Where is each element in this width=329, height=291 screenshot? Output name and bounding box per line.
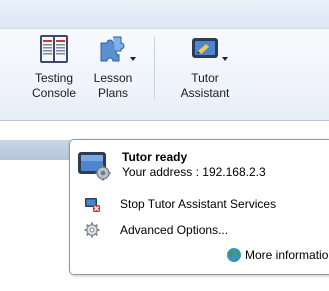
tutor-assistant-icon xyxy=(189,33,228,65)
gear-icon xyxy=(84,222,100,238)
popup-address: Your address : 192.168.2.3 xyxy=(122,165,266,179)
tutor-monitor-gear-icon xyxy=(77,149,113,181)
tutor-status-popup: Tutor ready Your address : 192.168.2.3 S… xyxy=(69,139,329,275)
puzzle-icon xyxy=(97,33,136,65)
chevron-down-icon xyxy=(222,57,228,61)
popup-title: Tutor ready xyxy=(122,150,188,164)
tutor-assistant-button[interactable]: Tutor Assistant xyxy=(173,33,237,117)
testing-console-label-2: Console xyxy=(31,86,77,100)
more-information-label: More information xyxy=(245,248,329,262)
more-information-link[interactable]: More information xyxy=(226,246,329,264)
title-bar xyxy=(0,0,329,29)
stop-services-icon xyxy=(84,196,100,212)
tutor-assistant-label-1: Tutor xyxy=(191,71,219,85)
ribbon-separator xyxy=(154,37,155,99)
lesson-plans-button[interactable]: Lesson Plans xyxy=(87,33,139,117)
ribbon-toolbar: Testing Console Lesson Plans Tutor Assis… xyxy=(0,29,329,121)
left-panel-header xyxy=(0,140,72,160)
globe-icon xyxy=(226,247,242,263)
testing-console-icon xyxy=(38,33,70,65)
lesson-plans-label-2: Plans xyxy=(97,86,129,100)
advanced-options-item[interactable]: Advanced Options... xyxy=(84,221,228,239)
stop-services-item[interactable]: Stop Tutor Assistant Services xyxy=(84,195,276,213)
chevron-down-icon xyxy=(130,57,136,61)
testing-console-label-1: Testing xyxy=(34,71,74,85)
stop-services-label: Stop Tutor Assistant Services xyxy=(120,197,277,211)
lesson-plans-label-1: Lesson xyxy=(93,71,133,85)
tutor-assistant-label-2: Assistant xyxy=(180,86,230,100)
testing-console-button[interactable]: Testing Console xyxy=(28,33,80,117)
advanced-options-label: Advanced Options... xyxy=(120,223,229,237)
